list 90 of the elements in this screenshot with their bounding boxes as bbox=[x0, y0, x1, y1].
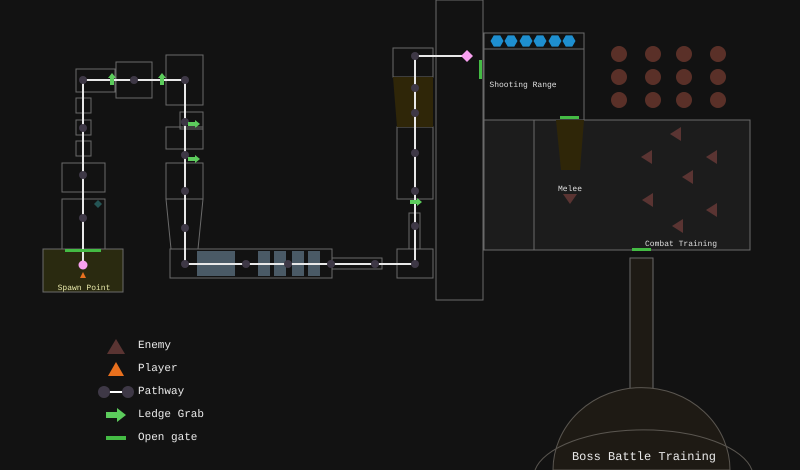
enemy-triangle-icon bbox=[672, 219, 683, 233]
path-node bbox=[79, 124, 87, 132]
open-gate bbox=[632, 248, 651, 251]
enemy-circle bbox=[710, 69, 726, 85]
target-hexagon bbox=[548, 35, 562, 47]
enemy-circle bbox=[710, 46, 726, 62]
room-outline bbox=[76, 98, 92, 114]
arrow-right-icon bbox=[410, 198, 422, 206]
path-node bbox=[411, 260, 419, 268]
path-node bbox=[327, 260, 335, 268]
legend-label: Pathway bbox=[138, 384, 184, 400]
enemy-triangle-icon bbox=[563, 194, 577, 204]
enemy-circle bbox=[676, 92, 692, 108]
legend-label: Open gate bbox=[138, 430, 198, 446]
target-hexagon bbox=[504, 35, 518, 47]
path-node bbox=[181, 118, 189, 126]
obstacle-block bbox=[308, 251, 320, 276]
room-outline bbox=[76, 140, 92, 156]
enemy-triangle-icon bbox=[641, 150, 652, 164]
target-hexagon bbox=[562, 35, 576, 47]
path-node bbox=[79, 76, 87, 84]
open-gate bbox=[560, 116, 579, 119]
obstacle-block bbox=[258, 251, 270, 276]
path-node bbox=[242, 260, 250, 268]
enemy-circle bbox=[645, 92, 661, 108]
path-node bbox=[79, 171, 87, 179]
path-node bbox=[181, 151, 189, 159]
diamond-icon bbox=[94, 200, 102, 208]
open-gate bbox=[65, 249, 101, 252]
path-node bbox=[181, 224, 189, 232]
area-label: Shooting Range bbox=[489, 81, 557, 90]
path-node bbox=[411, 222, 419, 230]
pathway-icon bbox=[98, 386, 134, 398]
path-node bbox=[181, 260, 189, 268]
arrow-right-icon bbox=[188, 155, 200, 163]
path-node bbox=[411, 149, 419, 157]
legend-label: Enemy bbox=[138, 338, 172, 354]
player-triangle-icon bbox=[80, 272, 86, 278]
path-node bbox=[371, 260, 379, 268]
area-label: Combat Training bbox=[645, 240, 717, 249]
arrow-up-icon bbox=[108, 73, 116, 85]
path-node bbox=[284, 260, 292, 268]
enemy-triangle-icon bbox=[642, 193, 653, 207]
player-triangle-icon bbox=[108, 362, 124, 376]
path-node bbox=[130, 76, 138, 84]
enemy-circle bbox=[611, 92, 627, 108]
path-node bbox=[411, 187, 419, 195]
enemy-circle bbox=[645, 46, 661, 62]
enemy-triangle-icon bbox=[670, 127, 681, 141]
path-node bbox=[411, 109, 419, 117]
spawn-marker bbox=[78, 260, 88, 270]
obstacle-block bbox=[197, 251, 235, 276]
enemy-triangle-icon bbox=[107, 338, 125, 354]
path-node bbox=[411, 52, 419, 60]
area-label: Boss Battle Training bbox=[572, 450, 716, 464]
room-outline bbox=[62, 162, 106, 192]
platform-area bbox=[393, 77, 433, 127]
path-node bbox=[181, 187, 189, 195]
legend-label: Player bbox=[138, 362, 178, 377]
open-gate bbox=[479, 60, 482, 79]
target-hexagon bbox=[520, 35, 532, 47]
enemy-triangle-icon bbox=[706, 150, 717, 164]
enemy-circle bbox=[676, 69, 692, 85]
enemy-circle bbox=[645, 69, 661, 85]
room-outline bbox=[392, 48, 434, 78]
platform-area bbox=[556, 120, 584, 170]
room-outline bbox=[76, 120, 92, 136]
area-label: Spawn Point bbox=[58, 284, 110, 293]
path-node bbox=[79, 214, 87, 222]
arrow-right-icon bbox=[188, 120, 200, 128]
gate-bar-icon bbox=[106, 436, 126, 440]
enemy-circle bbox=[676, 46, 692, 62]
room-outline bbox=[166, 162, 204, 200]
target-hexagon bbox=[490, 35, 504, 47]
area-label: Melee bbox=[558, 185, 582, 194]
enemy-circle bbox=[611, 69, 627, 85]
obstacle-block bbox=[274, 251, 286, 276]
room-outline bbox=[166, 54, 204, 106]
arrow-up-icon bbox=[158, 73, 166, 85]
path-node bbox=[411, 84, 419, 92]
goal-diamond-icon bbox=[461, 50, 473, 62]
enemy-triangle-icon bbox=[706, 203, 717, 217]
arrow-right-icon bbox=[106, 408, 126, 422]
enemy-circle bbox=[710, 92, 726, 108]
path-node bbox=[181, 76, 189, 84]
enemy-triangle-icon bbox=[682, 170, 693, 184]
target-hexagon bbox=[534, 35, 546, 47]
obstacle-block bbox=[292, 251, 304, 276]
enemy-circle bbox=[611, 46, 627, 62]
legend-label: Ledge Grab bbox=[138, 408, 204, 423]
